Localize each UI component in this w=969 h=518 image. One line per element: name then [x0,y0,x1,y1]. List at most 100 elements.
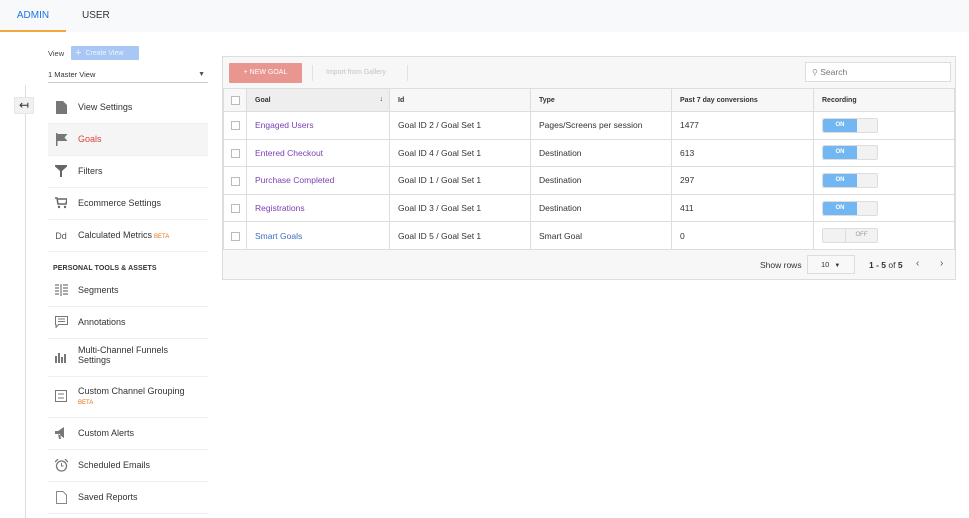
recording-toggle[interactable]: ON [822,145,878,161]
report-icon [54,491,68,505]
view-nav: View Settings Goals Filters Ecommerce Se… [48,92,208,252]
caret-down-icon: ▼ [198,71,205,78]
page-of-label: of [888,260,896,270]
view-select[interactable]: 1 Master View ▼ [48,66,208,83]
sidebar-item-view-settings[interactable]: View Settings [48,92,208,124]
sidebar-item-label: View Settings [78,102,133,112]
table-row: Registrations Goal ID 3 / Goal Set 1 Desti… [223,193,955,223]
create-view-button[interactable]: + Create View [71,46,139,60]
recording-cell: ON [813,111,955,140]
sidebar-item-calculated-metrics[interactable]: Dd Calculated Metrics BETA [48,220,208,252]
table-row: Purchase Completed Goal ID 1 / Goal Set 1… [223,166,955,195]
select-all-checkbox[interactable] [230,95,240,105]
table-row: Smart Goals Goal ID 5 / Goal Set 1 Smart G… [223,221,955,250]
show-rows-label: Show rows [760,260,802,270]
recording-toggle[interactable]: OFF [822,228,878,244]
alarm-clock-icon [54,458,68,473]
recording-toggle[interactable]: ON [822,172,878,188]
goals-table: Goal ↓ Id Type Past 7 day conversions Rec… [223,88,955,250]
goal-cell: Purchase Completed [246,166,390,195]
sidebar-item-scheduled-emails[interactable]: Scheduled Emails [48,450,208,482]
goal-link[interactable]: Engaged Users [255,120,314,130]
conversions-cell: 613 [671,138,814,168]
sidebar-item-annotations[interactable]: Annotations [48,307,208,339]
row-checkbox[interactable] [230,231,240,241]
rows-per-page-select[interactable]: 10 ▼ [807,255,855,274]
page-range-value: 1 - 5 [869,260,887,270]
plus-icon: + [75,47,82,59]
view-label: View [48,49,65,58]
search-icon: ⚲ [812,68,818,77]
search-input[interactable] [820,67,941,77]
recording-cell: OFF [813,221,955,250]
recording-toggle[interactable]: ON [822,200,878,216]
column-header-conversions[interactable]: Past 7 day conversions [671,88,814,112]
goal-link[interactable]: Smart Goals [255,231,302,241]
sidebar-item-label: Custom Channel Grouping BETA [78,386,185,408]
sidebar-item-saved-reports[interactable]: Saved Reports [48,482,208,514]
toolbar-divider [312,65,313,81]
back-arrow-icon[interactable]: ↤ [14,97,34,114]
sidebar-item-label: Scheduled Emails [78,460,151,470]
conversions-cell: 411 [671,193,814,223]
column-header-id[interactable]: Id [389,88,531,112]
row-select-cell [223,193,247,223]
sidebar-item-multi-channel-funnels[interactable]: Multi-Channel Funnels Settings [48,339,208,377]
type-cell: Smart Goal [530,221,672,250]
personal-tools-heading: PERSONAL TOOLS & ASSETS [53,265,157,272]
calculated-metrics-label: Calculated Metrics [78,230,153,240]
column-header-goal[interactable]: Goal ↓ [246,88,390,112]
beta-badge: BETA [154,234,170,240]
row-checkbox[interactable] [230,149,240,159]
document-icon [54,101,68,115]
grouping-icon [54,390,68,404]
bar-chart-icon [54,351,68,365]
type-cell: Pages/Screens per session [530,111,672,140]
goal-link[interactable]: Entered Checkout [255,148,323,158]
sidebar-item-custom-channel-grouping[interactable]: Custom Channel Grouping BETA [48,377,208,418]
segments-icon [54,284,68,298]
header-label: Goal [255,96,271,104]
mcf-label-line1: Multi-Channel Funnels [78,345,169,355]
sidebar-item-goals[interactable]: Goals [48,124,208,156]
sidebar-divider [25,85,26,518]
recording-toggle[interactable]: ON [822,117,878,133]
column-header-recording[interactable]: Recording [813,88,955,112]
id-cell: Goal ID 5 / Goal Set 1 [389,221,531,250]
megaphone-icon [54,427,68,441]
new-goal-button[interactable]: + NEW GOAL [229,63,302,83]
recording-cell: ON [813,138,955,168]
type-cell: Destination [530,166,672,195]
goal-link[interactable]: Registrations [255,203,305,213]
tab-user[interactable]: USER [82,0,110,32]
flag-icon [54,133,68,147]
row-checkbox[interactable] [230,176,240,186]
id-cell: Goal ID 1 / Goal Set 1 [389,166,531,195]
table-row: Entered Checkout Goal ID 4 / Goal Set 1 De… [223,138,955,168]
sidebar-item-ecommerce-settings[interactable]: Ecommerce Settings [48,188,208,220]
row-select-cell [223,166,247,195]
filter-icon [54,165,68,179]
goal-cell: Smart Goals [246,221,390,250]
goal-cell: Entered Checkout [246,138,390,168]
row-checkbox[interactable] [230,121,240,131]
sidebar-item-custom-alerts[interactable]: Custom Alerts [48,418,208,450]
tab-admin[interactable]: ADMIN [0,0,66,32]
toggle-on-label: ON [823,146,857,160]
search-box[interactable]: ⚲ [805,62,951,82]
prev-page-button[interactable]: ‹ [916,258,919,269]
toggle-off-label: OFF [845,229,877,243]
goal-link[interactable]: Purchase Completed [255,175,334,185]
row-checkbox[interactable] [230,204,240,214]
next-page-button[interactable]: › [940,258,943,269]
beta-badge: BETA [78,400,94,406]
ccg-label: Custom Channel Grouping [78,386,185,396]
column-header-type[interactable]: Type [530,88,672,112]
id-cell: Goal ID 3 / Goal Set 1 [389,193,531,223]
sidebar-item-label: Filters [78,166,103,176]
sidebar-item-filters[interactable]: Filters [48,156,208,188]
toolbar-divider [407,65,408,81]
sidebar-item-segments[interactable]: Segments [48,275,208,307]
row-select-cell [223,138,247,168]
import-from-gallery-button[interactable]: Import from Gallery [326,63,386,83]
